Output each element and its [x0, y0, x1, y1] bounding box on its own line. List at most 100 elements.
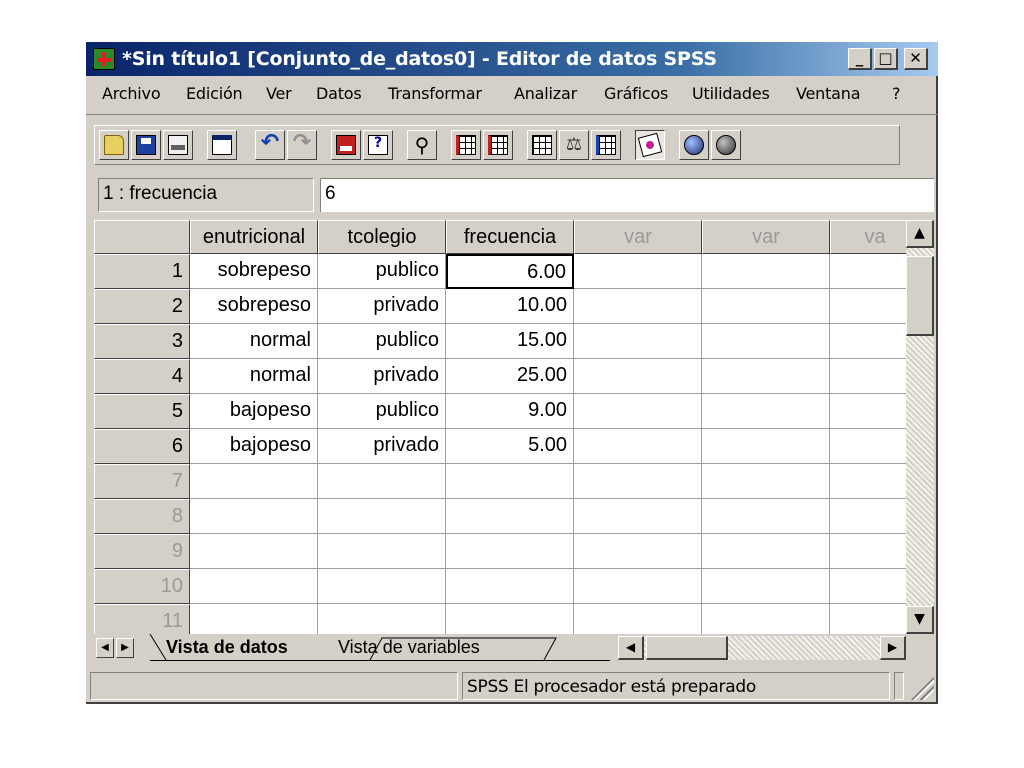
grid-corner[interactable] — [94, 220, 190, 254]
grid-cell[interactable] — [702, 394, 830, 429]
grid-cell[interactable] — [702, 569, 830, 604]
goto-case-button[interactable] — [331, 130, 361, 160]
grid-cell[interactable] — [574, 464, 702, 499]
print-button[interactable] — [163, 130, 193, 160]
row-header[interactable]: 1 — [94, 254, 190, 289]
grid-cell[interactable] — [190, 569, 318, 604]
grid-cell[interactable] — [318, 569, 446, 604]
grid-cell[interactable] — [830, 429, 906, 464]
grid-cell[interactable]: 9.00 — [446, 394, 574, 429]
insert-case-button[interactable] — [451, 130, 481, 160]
grid-cell[interactable] — [830, 499, 906, 534]
grid-cell[interactable]: 15.00 — [446, 324, 574, 359]
grid-cell[interactable]: bajopeso — [190, 429, 318, 464]
menu-ver[interactable]: Ver — [266, 84, 292, 103]
scroll-down-button[interactable]: ▼ — [906, 606, 934, 634]
grid-cell[interactable] — [830, 289, 906, 324]
column-header-empty[interactable]: var — [702, 220, 830, 254]
use-sets-button[interactable] — [679, 130, 709, 160]
row-header[interactable]: 9 — [94, 534, 190, 569]
grid-cell[interactable] — [318, 534, 446, 569]
grid-cell[interactable]: sobrepeso — [190, 254, 318, 289]
active-cell[interactable]: 6.00 — [446, 254, 574, 289]
grid-cell[interactable]: 25.00 — [446, 359, 574, 394]
row-header[interactable]: 3 — [94, 324, 190, 359]
menu-ventana[interactable]: Ventana — [796, 84, 861, 103]
minimize-button[interactable]: _ — [848, 48, 872, 70]
column-header-empty[interactable]: var — [574, 220, 702, 254]
grid-cell[interactable] — [830, 534, 906, 569]
column-header-enutricional[interactable]: enutricional — [190, 220, 318, 254]
grid-cell[interactable]: bajopeso — [190, 394, 318, 429]
close-button[interactable]: ✕ — [904, 48, 928, 70]
grid-cell[interactable]: publico — [318, 324, 446, 359]
variables-button[interactable] — [363, 130, 393, 160]
grid-cell[interactable] — [446, 604, 574, 634]
menu-utilidades[interactable]: Utilidades — [692, 84, 770, 103]
grid-cell[interactable] — [574, 324, 702, 359]
grid-cell[interactable] — [702, 289, 830, 324]
scroll-right-button[interactable]: ▶ — [880, 636, 906, 660]
column-header-tcolegio[interactable]: tcolegio — [318, 220, 446, 254]
grid-cell[interactable] — [830, 394, 906, 429]
insert-variable-button[interactable] — [483, 130, 513, 160]
column-header-empty[interactable]: va — [830, 220, 906, 254]
grid-cell[interactable] — [830, 254, 906, 289]
menu-datos[interactable]: Datos — [316, 84, 362, 103]
grid-cell[interactable]: normal — [190, 324, 318, 359]
value-labels-button[interactable] — [635, 130, 665, 160]
grid-cell[interactable] — [318, 604, 446, 634]
grid-cell[interactable] — [574, 499, 702, 534]
grid-cell[interactable] — [190, 534, 318, 569]
tab-next-button[interactable]: ▶ — [116, 638, 134, 658]
grid-cell[interactable] — [702, 534, 830, 569]
grid-cell[interactable] — [318, 499, 446, 534]
grid-cell[interactable] — [830, 569, 906, 604]
grid-cell[interactable] — [702, 499, 830, 534]
scroll-left-button[interactable]: ◀ — [618, 636, 644, 660]
grid-cell[interactable] — [830, 464, 906, 499]
grid-cell[interactable] — [830, 324, 906, 359]
tab-variable-view[interactable]: Vista de variables — [338, 634, 480, 660]
row-header[interactable]: 5 — [94, 394, 190, 429]
menu-edicion[interactable]: Edición — [186, 84, 243, 103]
grid-cell[interactable] — [574, 429, 702, 464]
spss-app-icon[interactable] — [93, 48, 115, 70]
grid-cell[interactable] — [574, 394, 702, 429]
grid-cell[interactable] — [574, 254, 702, 289]
vertical-scrollbar[interactable]: ▲ ▼ — [906, 220, 934, 634]
cell-value-input[interactable]: 6 — [320, 178, 934, 212]
find-button[interactable]: ⚲ — [407, 130, 437, 160]
row-header[interactable]: 8 — [94, 499, 190, 534]
grid-cell[interactable] — [574, 604, 702, 634]
grid-cell[interactable] — [702, 324, 830, 359]
vertical-scroll-thumb[interactable] — [906, 256, 934, 336]
row-header[interactable]: 6 — [94, 429, 190, 464]
horizontal-scrollbar[interactable]: ◀ ▶ — [618, 636, 906, 660]
row-header[interactable]: 10 — [94, 569, 190, 604]
grid-cell[interactable]: 5.00 — [446, 429, 574, 464]
menu-transformar[interactable]: Transformar — [388, 84, 482, 103]
menu-help[interactable]: ? — [892, 84, 901, 103]
open-button[interactable] — [99, 130, 129, 160]
maximize-button[interactable]: □ — [874, 48, 898, 70]
row-header[interactable]: 11 — [94, 604, 190, 634]
grid-cell[interactable]: sobrepeso — [190, 289, 318, 324]
row-header[interactable]: 2 — [94, 289, 190, 324]
save-button[interactable] — [131, 130, 161, 160]
grid-cell[interactable]: privado — [318, 359, 446, 394]
scroll-up-button[interactable]: ▲ — [906, 220, 934, 248]
dialog-recall-button[interactable] — [207, 130, 237, 160]
redo-button[interactable]: ↷ — [287, 130, 317, 160]
grid-cell[interactable] — [702, 429, 830, 464]
grid-cell[interactable] — [574, 359, 702, 394]
grid-cell[interactable] — [702, 464, 830, 499]
select-cases-button[interactable] — [591, 130, 621, 160]
grid-cell[interactable] — [830, 359, 906, 394]
grid-cell[interactable]: privado — [318, 289, 446, 324]
grid-cell[interactable]: normal — [190, 359, 318, 394]
menu-analizar[interactable]: Analizar — [514, 84, 577, 103]
show-all-button[interactable] — [711, 130, 741, 160]
grid-cell[interactable] — [574, 569, 702, 604]
undo-button[interactable]: ↶ — [255, 130, 285, 160]
